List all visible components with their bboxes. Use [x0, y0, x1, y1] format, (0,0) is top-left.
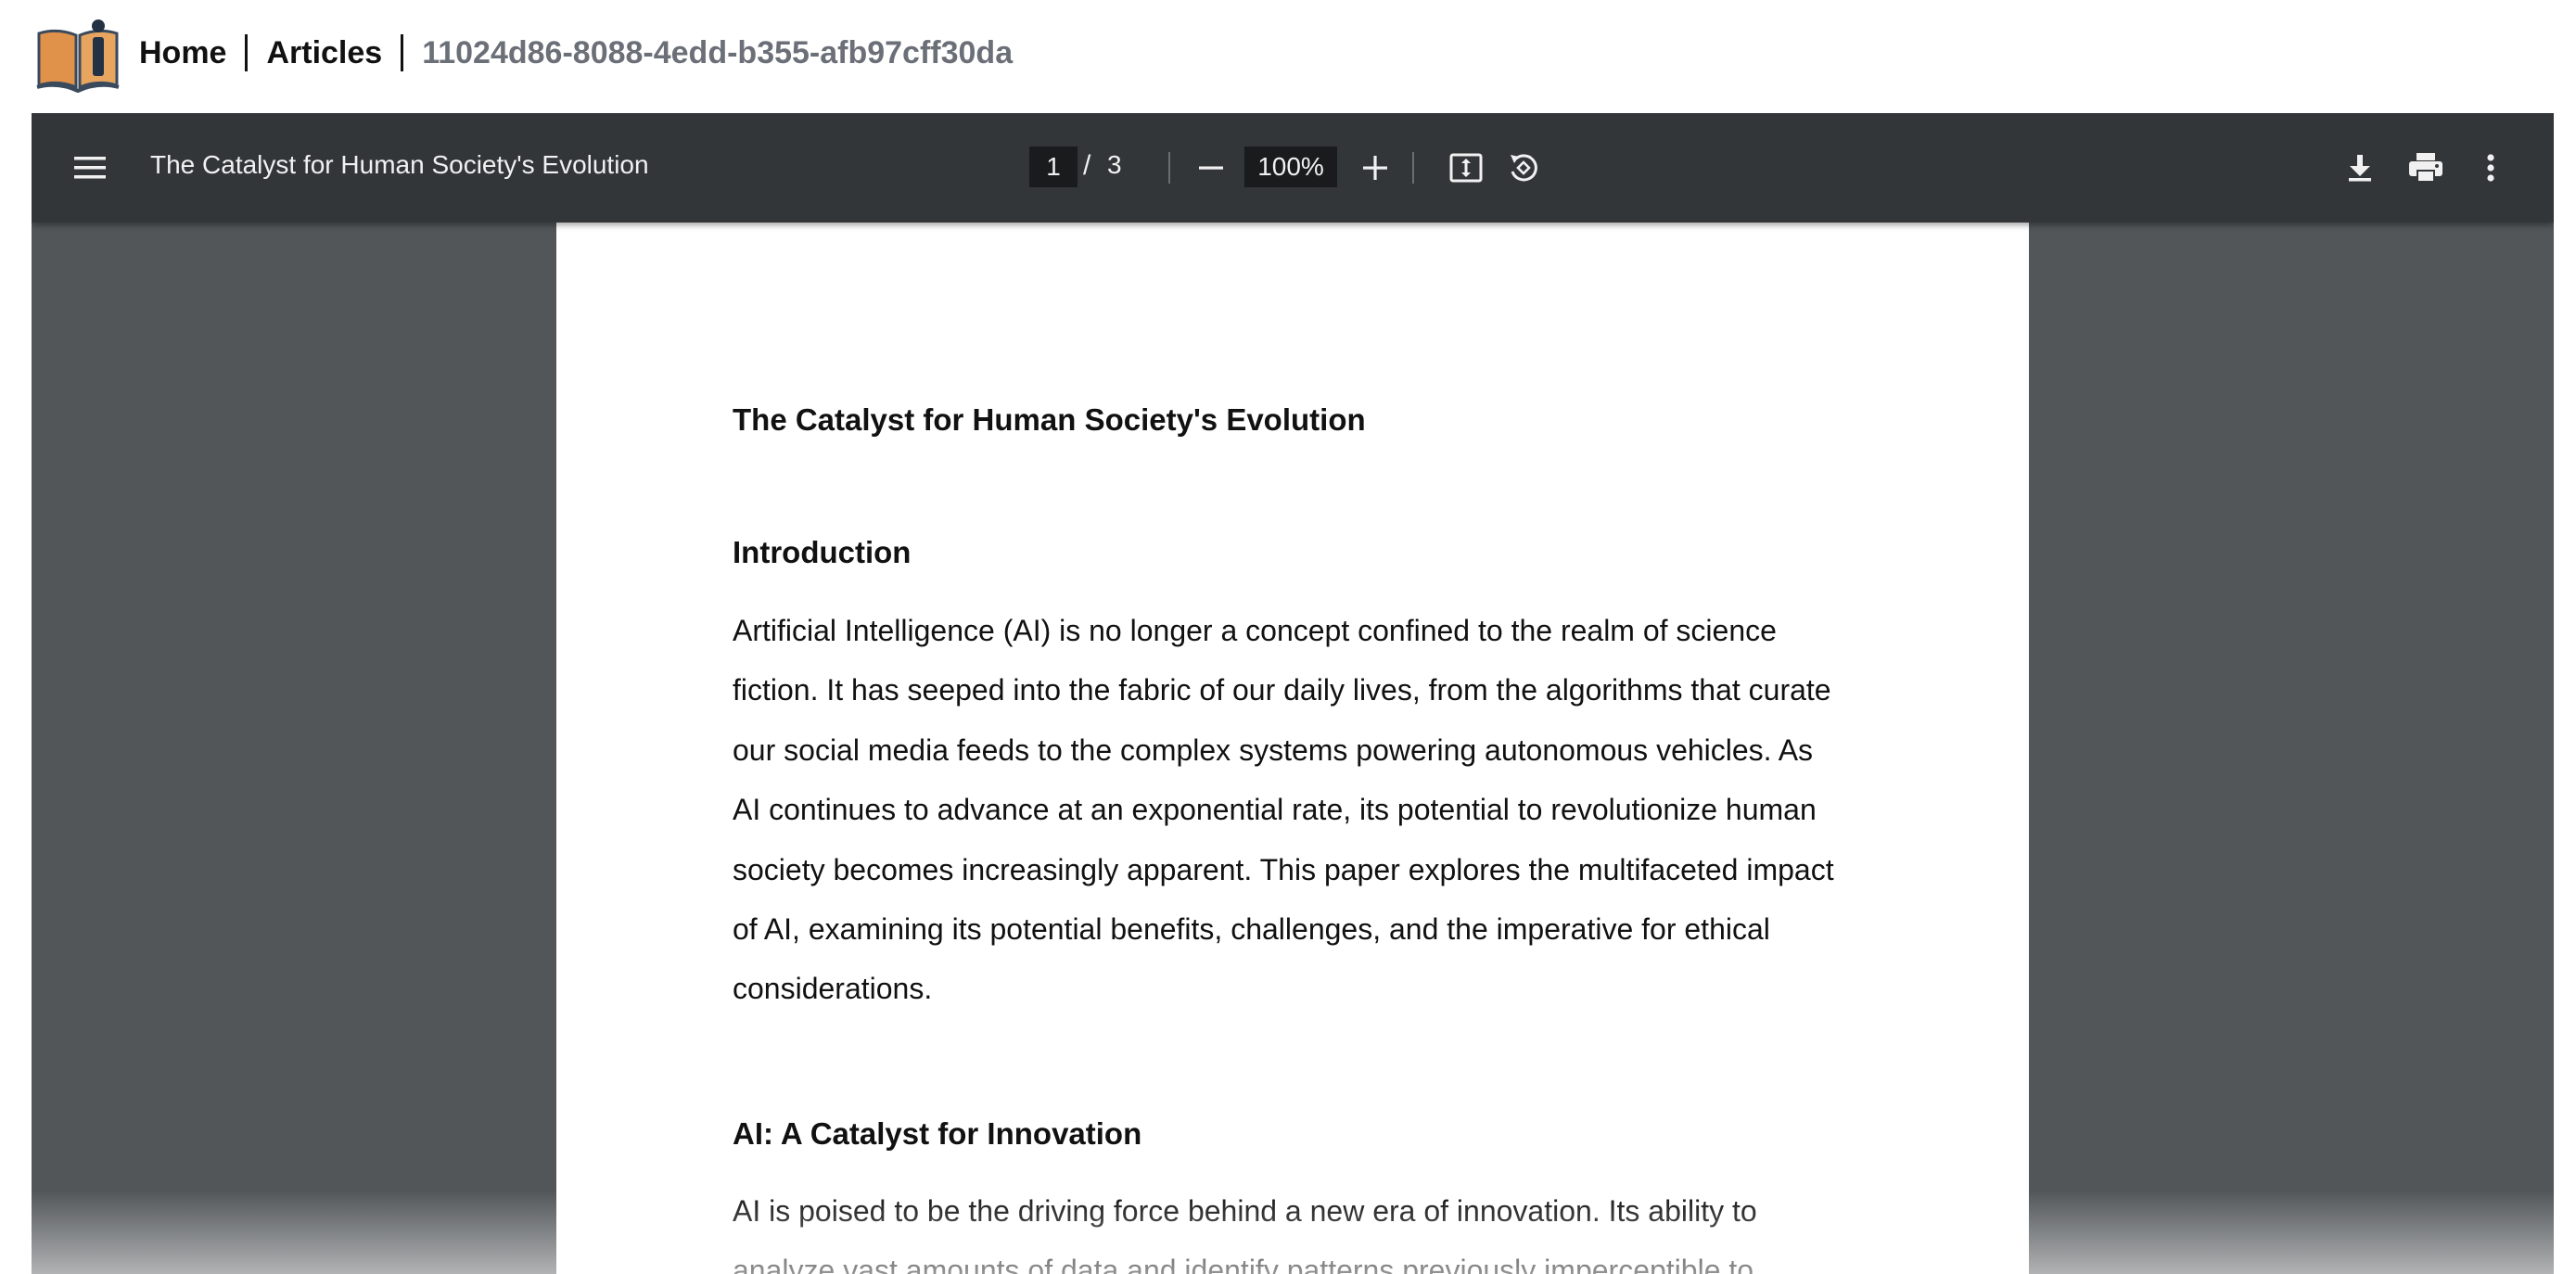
open-book-info-icon[interactable] [35, 17, 121, 93]
rotate-counterclockwise-icon [1511, 154, 1537, 182]
more-options-button[interactable] [2472, 145, 2509, 191]
rotate-button[interactable] [1500, 145, 1547, 191]
paragraph-line: AI continues to advance at an exponentia… [733, 793, 1817, 826]
paragraph-line: considerations. [733, 972, 933, 1005]
paragraph-line: Artificial Intelligence (AI) is no longe… [733, 614, 1777, 647]
paragraph-line: AI is poised to be the driving force beh… [733, 1194, 1757, 1228]
breadcrumb: Home Articles 11024d86-8088-4edd-b355-af… [139, 0, 1013, 106]
section-heading: Introduction [733, 535, 912, 569]
page-total: 3 [1107, 150, 1122, 179]
toolbar-divider [1168, 152, 1170, 184]
paragraph-line: society becomes increasingly apparent. T… [733, 853, 1834, 886]
download-icon [2349, 155, 2371, 182]
fit-to-page-icon [1449, 153, 1483, 183]
fit-to-page-button[interactable] [1443, 145, 1489, 191]
page-separator: / [1083, 150, 1091, 181]
breadcrumb-separator [245, 34, 249, 71]
download-button[interactable] [2337, 145, 2383, 191]
more-vert-icon [2487, 154, 2494, 182]
paragraph-line: of AI, examining its potential benefits,… [733, 912, 1770, 946]
minus-icon [1199, 166, 1223, 170]
pdf-toolbar: The Catalyst for Human Society's Evoluti… [32, 113, 2554, 223]
breadcrumb-articles-link[interactable]: Articles [266, 35, 382, 71]
print-button[interactable] [2402, 145, 2450, 191]
zoom-in-button[interactable] [1352, 145, 1398, 191]
toolbar-divider [1412, 152, 1414, 184]
print-icon [2409, 153, 2442, 183]
paragraph-line: analyze vast amounts of data and identif… [733, 1254, 1754, 1274]
section-heading: AI: A Catalyst for Innovation [733, 1116, 1142, 1151]
pdf-viewer: The Catalyst for Human Society's Evoluti… [32, 113, 2554, 1274]
breadcrumb-separator [401, 34, 404, 71]
hamburger-menu-icon [74, 157, 106, 179]
paragraph-line: fiction. It has seeped into the fabric o… [733, 673, 1831, 707]
zoom-input[interactable] [1244, 147, 1337, 187]
menu-button[interactable] [67, 145, 113, 191]
breadcrumb-home-link[interactable]: Home [139, 35, 226, 71]
plus-icon [1363, 156, 1387, 180]
page-number-input[interactable] [1029, 147, 1078, 187]
pdf-page: The Catalyst for Human Society's Evoluti… [556, 223, 2029, 1274]
document-title: The Catalyst for Human Society's Evoluti… [150, 150, 649, 179]
breadcrumb-current: 11024d86-8088-4edd-b355-afb97cff30da [422, 34, 1014, 70]
top-bar: Home Articles 11024d86-8088-4edd-b355-af… [0, 0, 2576, 113]
zoom-out-button[interactable] [1189, 145, 1233, 191]
document-heading: The Catalyst for Human Society's Evoluti… [733, 402, 1366, 437]
paragraph-line: our social media feeds to the complex sy… [733, 733, 1814, 767]
